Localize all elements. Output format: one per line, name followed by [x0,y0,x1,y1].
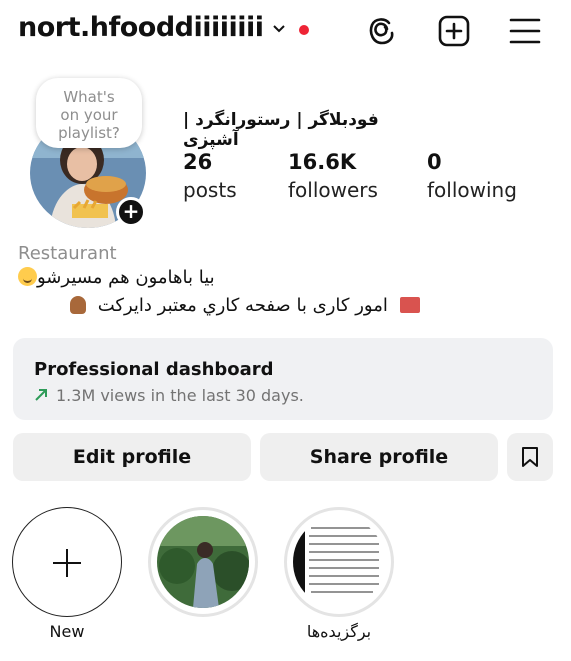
highlight-cover-text [293,516,385,608]
hamburger-menu-icon[interactable] [508,14,542,48]
following-label: following [427,178,517,202]
plus-square-icon[interactable] [437,14,471,48]
stat-following[interactable]: 0 following [427,150,517,202]
posts-count: 26 [183,150,213,174]
bio-line-1: بیا باهامون هم مسیرشو [18,267,215,288]
stat-posts[interactable]: 26 posts [183,150,237,202]
notification-dot [299,25,309,35]
highlight-item[interactable] [148,507,258,617]
stat-followers[interactable]: 16.6K followers [288,150,378,202]
chevron-down-icon[interactable] [272,22,286,36]
plus-icon-vertical [66,549,68,577]
followers-count: 16.6K [288,150,357,174]
dashboard-subtitle: 1.3M views in the last 30 days. [56,386,304,405]
note-line-3: playlist? [58,124,120,142]
threads-icon[interactable] [365,14,399,48]
highlight-item-featured[interactable] [284,507,394,617]
note-bubble[interactable]: What's on your playlist? [36,78,142,148]
bookmark-button[interactable] [507,433,553,481]
following-count: 0 [427,150,442,174]
bio-text-1: بیا باهامون هم مسیرشو [37,267,215,288]
username-title[interactable]: nort.hfooddiiiiiiii [18,12,264,43]
edit-profile-button[interactable]: Edit profile [13,433,251,481]
highlight-new-button[interactable] [12,507,122,617]
highlight-label-featured: برگزیده‌ها [306,622,372,641]
relieved-face-icon [18,267,37,286]
bio-line-2: امور کاری با صفحه کاري معتبر دایرکت [70,295,420,316]
bookmark-icon [522,447,538,467]
top-bar: nort.hfooddiiiiiiii [0,0,571,66]
inbox-tray-icon [399,297,420,313]
category-label: Restaurant [18,243,117,264]
followers-label: followers [288,178,378,202]
trend-up-arrow-icon [35,389,47,401]
profile-name: فودبلاگر | رستورانگرد | آشپزی [183,110,379,150]
share-profile-button[interactable]: Share profile [260,433,498,481]
dashboard-title: Professional dashboard [34,359,274,380]
note-line-1: What's [63,88,115,106]
highlight-cover-image [157,516,249,608]
professional-dashboard[interactable]: Professional dashboard 1.3M views in the… [13,338,553,420]
pointing-hand-icon [70,296,86,314]
add-story-button[interactable]: + [116,197,146,227]
posts-label: posts [183,178,237,202]
bio-text-2: امور کاری با صفحه کاري معتبر دایرکت [97,295,388,316]
note-line-2: on your [60,106,118,124]
highlight-label-new: New [49,622,85,641]
